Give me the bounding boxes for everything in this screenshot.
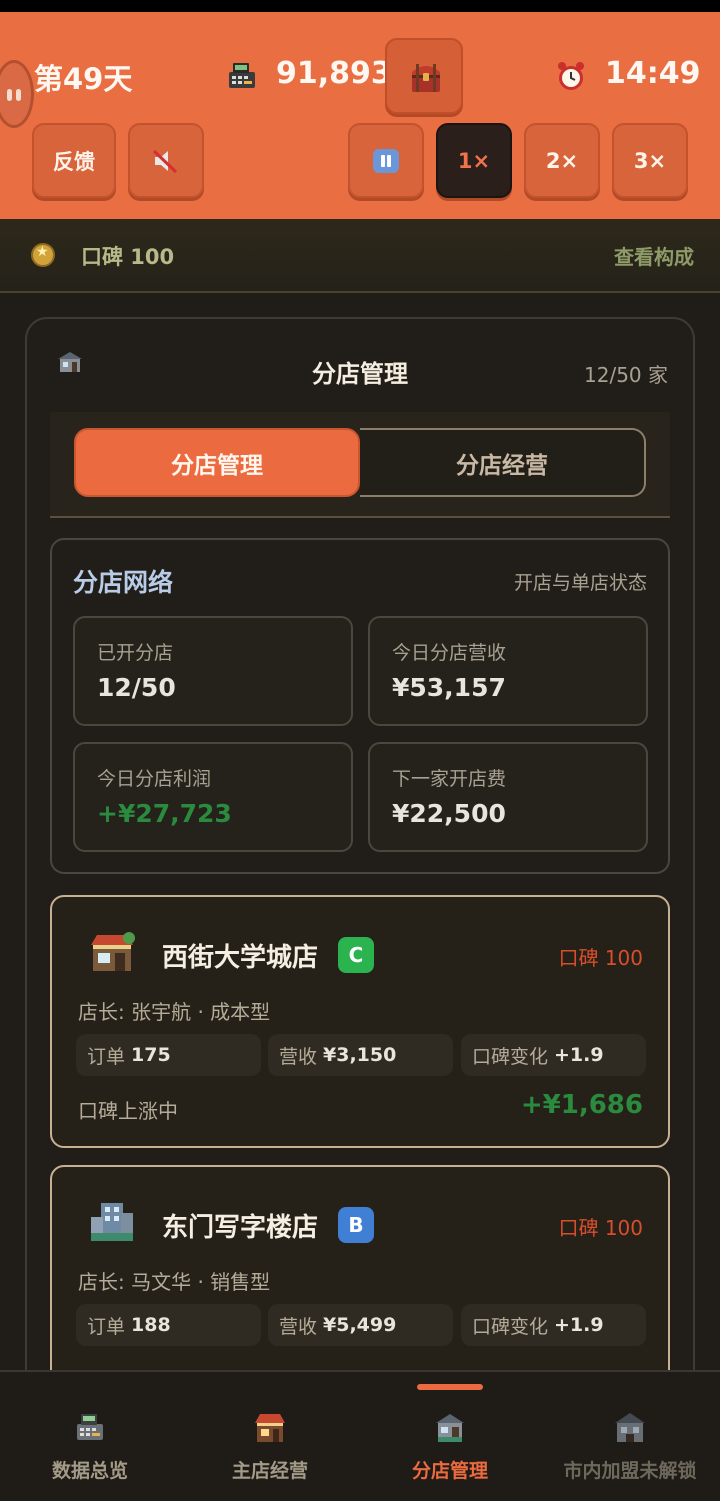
- revenue-value: ¥5,499: [323, 1314, 397, 1336]
- tab-branch-operations[interactable]: 分店经营: [360, 428, 646, 497]
- grade-badge: C: [338, 937, 374, 973]
- tab-branch-operations-label: 分店经营: [456, 452, 548, 479]
- speed-3x-label: 3×: [633, 148, 667, 173]
- status-strip: [0, 0, 720, 12]
- reputation-coin-icon: [31, 243, 55, 267]
- treasure-chest-button[interactable]: [385, 38, 463, 114]
- store-name: 西街大学城店: [162, 943, 319, 973]
- tab-branch-management[interactable]: 分店管理: [74, 428, 360, 497]
- revenue-label: 营收: [279, 1045, 318, 1068]
- reputation-trend: 口碑上涨中: [78, 1099, 178, 1123]
- stat-value: +¥27,723: [97, 799, 232, 828]
- revenue-chip: 营收 ¥5,499: [268, 1304, 453, 1346]
- orders-chip: 订单 188: [76, 1304, 261, 1346]
- rep-change-value: +1.9: [554, 1044, 604, 1066]
- rep-change-chip: 口碑变化 +1.9: [461, 1304, 646, 1346]
- nav-label: 分店管理: [411, 1460, 488, 1482]
- speed-1x-button[interactable]: 1×: [436, 123, 512, 198]
- nav-label: 主店经营: [231, 1460, 308, 1482]
- nav-branch-management[interactable]: 分店管理: [360, 1410, 540, 1483]
- stat-label: 已开分店: [97, 642, 174, 664]
- network-title: 分店网络: [73, 568, 174, 597]
- speed-3x-button[interactable]: 3×: [612, 123, 688, 198]
- orders-label: 订单: [87, 1315, 126, 1338]
- stat-label: 今日分店利润: [97, 768, 212, 790]
- nav-label: 数据总览: [51, 1460, 128, 1482]
- orders-label: 订单: [87, 1045, 126, 1068]
- cash-register-icon: [229, 63, 255, 88]
- revenue-label: 营收: [279, 1315, 318, 1338]
- rep-change-chip: 口碑变化 +1.9: [461, 1034, 646, 1076]
- speaker-muted-icon: [152, 149, 178, 173]
- stat-value: ¥22,500: [392, 799, 506, 828]
- stat-next-opening-fee: 下一家开店费 ¥22,500: [368, 742, 648, 852]
- nav-label: 市内加盟未解锁: [563, 1460, 697, 1482]
- nav-main-store[interactable]: 主店经营: [180, 1410, 360, 1483]
- pause-button[interactable]: [348, 123, 424, 198]
- stat-open-branches: 已开分店 12/50: [73, 616, 353, 726]
- tab-branch-management-label: 分店管理: [171, 452, 263, 479]
- stat-label: 今日分店营收: [392, 642, 507, 664]
- store-reputation: 口碑 100: [558, 1216, 643, 1240]
- orders-value: 175: [131, 1044, 171, 1066]
- speed-2x-label: 2×: [545, 148, 579, 173]
- reputation-label: 口碑 100: [81, 245, 175, 269]
- stat-today-revenue: 今日分店营收 ¥53,157: [368, 616, 648, 726]
- feedback-label: 反馈: [53, 149, 95, 174]
- orders-chip: 订单 175: [76, 1034, 261, 1076]
- store-manager: 店长: 马文华 · 销售型: [78, 1270, 271, 1294]
- store-name: 东门写字楼店: [162, 1213, 319, 1243]
- rep-change-label: 口碑变化: [472, 1045, 549, 1068]
- branch-count: 12/50 家: [584, 363, 668, 387]
- nav-city-franchise[interactable]: 市内加盟未解锁: [540, 1410, 720, 1483]
- speed-1x-label: 1×: [457, 148, 491, 173]
- stat-today-profit: 今日分店利润 +¥27,723: [73, 742, 353, 852]
- store-card[interactable]: 西街大学城店 C 口碑 100 店长: 张宇航 · 成本型 订单 175 营收 ¥3…: [50, 895, 670, 1148]
- franchise-icon: [615, 1413, 645, 1442]
- stat-value: ¥53,157: [392, 673, 506, 702]
- store-manager: 店长: 张宇航 · 成本型: [78, 1000, 271, 1024]
- mute-button[interactable]: [128, 123, 204, 198]
- pause-icon: [373, 148, 399, 173]
- day-counter: 第49天: [34, 62, 133, 96]
- speed-2x-button[interactable]: 2×: [524, 123, 600, 198]
- stat-label: 下一家开店费: [392, 768, 507, 790]
- view-composition-link[interactable]: 查看构成: [614, 241, 694, 270]
- money-amount: 91,893: [276, 56, 392, 91]
- alarm-clock-icon: [558, 62, 584, 90]
- store-profit: +¥1,686: [520, 1090, 643, 1120]
- shop-icon: [255, 1414, 285, 1442]
- revenue-value: ¥3,150: [323, 1044, 397, 1066]
- stat-value: 12/50: [97, 673, 176, 702]
- storefront-icon: [91, 932, 135, 971]
- game-time: 14:49: [605, 56, 701, 91]
- branch-store-icon: [436, 1414, 464, 1442]
- feedback-button[interactable]: 反馈: [32, 123, 116, 198]
- active-tab-indicator: [417, 1384, 483, 1390]
- orders-value: 188: [131, 1314, 171, 1336]
- store-reputation: 口碑 100: [558, 946, 643, 970]
- office-building-icon: [91, 1203, 133, 1241]
- revenue-chip: 营收 ¥3,150: [268, 1034, 453, 1076]
- cash-register-icon: [77, 1414, 103, 1440]
- rep-change-label: 口碑变化: [472, 1315, 549, 1338]
- rep-change-value: +1.9: [554, 1314, 604, 1336]
- network-subtitle: 开店与单店状态: [513, 572, 647, 594]
- grade-badge: B: [338, 1207, 374, 1243]
- nav-data-overview[interactable]: 数据总览: [0, 1410, 180, 1483]
- treasure-chest-icon: [412, 64, 440, 92]
